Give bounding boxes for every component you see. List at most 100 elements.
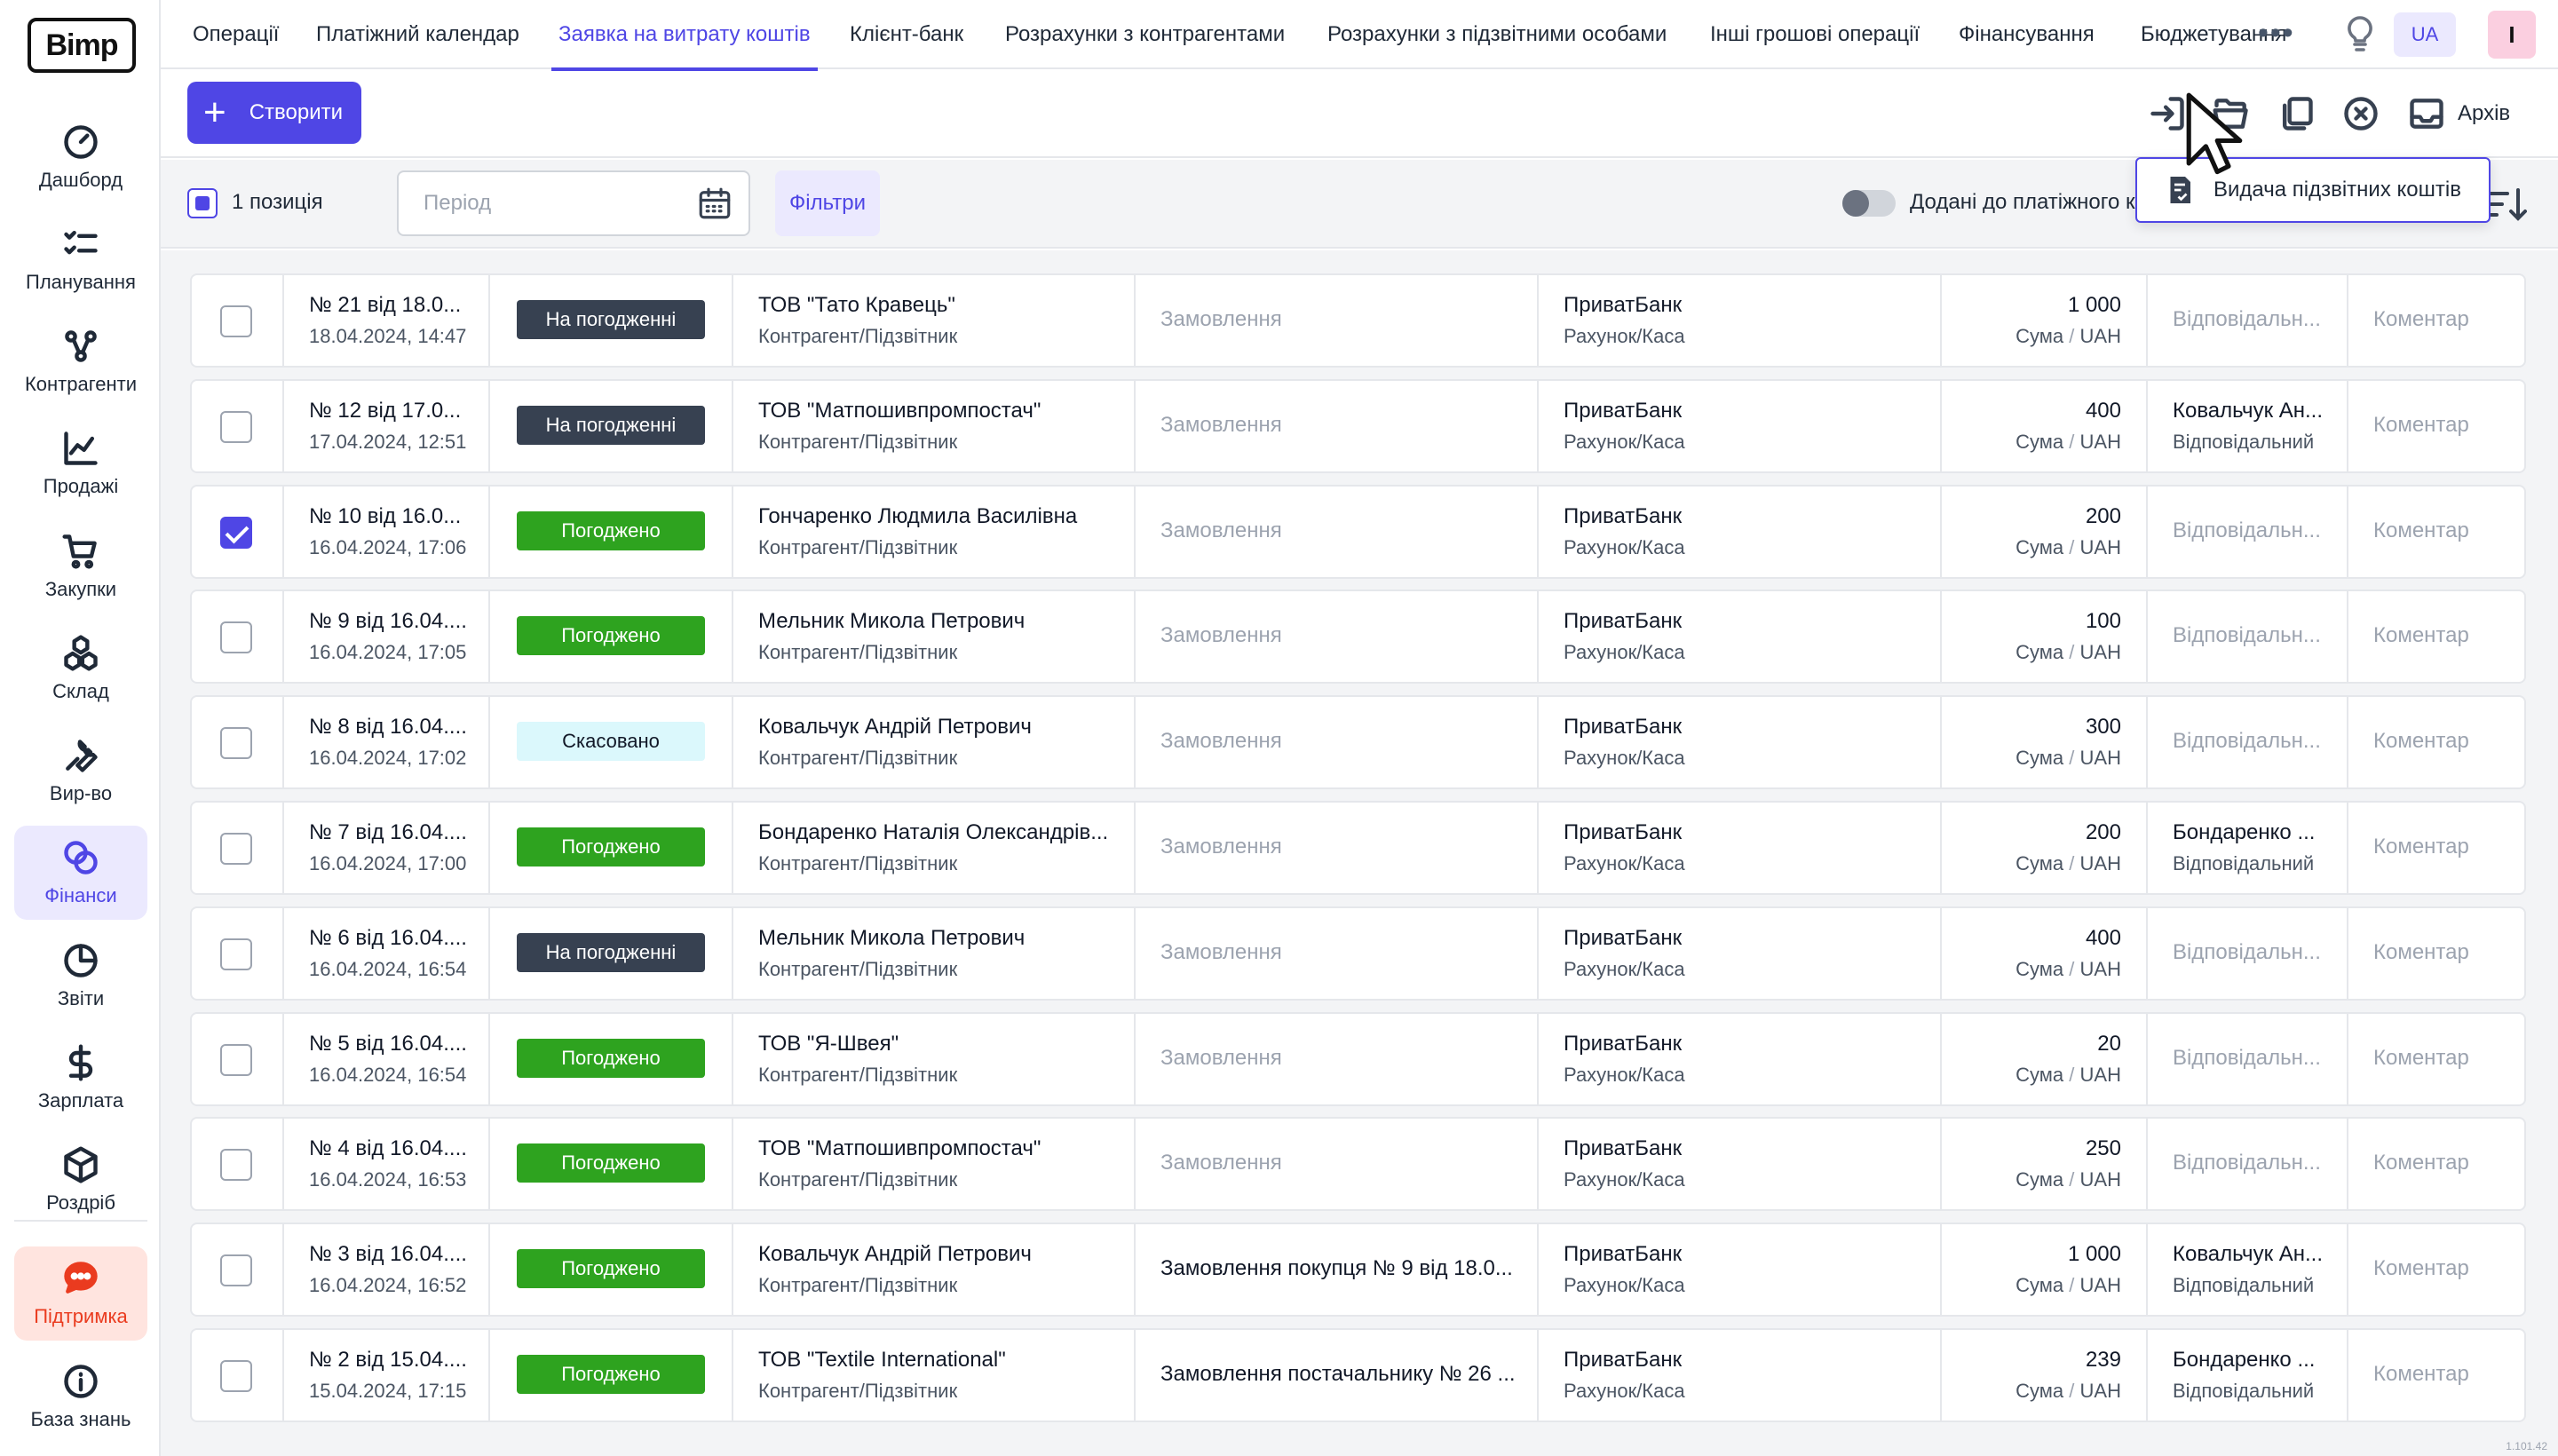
tab-client-bank[interactable]: Клієнт-банк	[850, 0, 963, 69]
sort-icon[interactable]	[2484, 183, 2527, 226]
row-checkbox[interactable]	[220, 727, 252, 760]
document-number[interactable]: № 5 від 16.04....	[309, 1032, 476, 1056]
document-number[interactable]: № 10 від 16.0...	[309, 504, 476, 529]
tab-operations[interactable]: Операції	[193, 0, 279, 69]
responsible-placeholder[interactable]: Відповідальн...	[2173, 940, 2334, 965]
counterparty-name[interactable]: ТОВ "Я-Швея"	[758, 1032, 1116, 1056]
archive-icon[interactable]	[2407, 94, 2446, 133]
bank-name[interactable]: ПриватБанк	[1564, 715, 1922, 740]
amount-value[interactable]: 239	[1954, 1348, 2121, 1373]
tab-payment-calendar[interactable]: Платіжний календар	[316, 0, 519, 69]
order-link[interactable]: Замовлення	[1160, 1046, 1519, 1071]
cancel-circle-icon[interactable]	[2341, 94, 2380, 133]
table-row[interactable]: № 8 від 16.04.... 16.04.2024, 17:02 Скасов…	[190, 695, 2526, 790]
comment-placeholder[interactable]: Коментар	[2373, 623, 2515, 648]
order-link[interactable]: Замовлення постачальнику № 26 ...	[1160, 1362, 1519, 1387]
table-row[interactable]: № 7 від 16.04.... 16.04.2024, 17:00 Погодж…	[190, 801, 2526, 895]
comment-placeholder[interactable]: Коментар	[2373, 1151, 2515, 1175]
amount-value[interactable]: 1 000	[1954, 1242, 2121, 1267]
document-number[interactable]: № 9 від 16.04....	[309, 609, 476, 634]
user-avatar[interactable]: I	[2488, 11, 2536, 59]
bank-name[interactable]: ПриватБанк	[1564, 1242, 1922, 1267]
select-all-checkbox[interactable]	[187, 188, 218, 218]
tab-other-cash-operations[interactable]: Інші грошові операції	[1710, 0, 1920, 69]
responsible-placeholder[interactable]: Відповідальн...	[2173, 1046, 2334, 1071]
document-number[interactable]: № 8 від 16.04....	[309, 715, 476, 740]
sidebar-item-support[interactable]: Підтримка	[14, 1246, 147, 1341]
bank-name[interactable]: ПриватБанк	[1564, 609, 1922, 634]
comment-placeholder[interactable]: Коментар	[2373, 1362, 2515, 1387]
bank-name[interactable]: ПриватБанк	[1564, 399, 1922, 423]
bank-name[interactable]: ПриватБанк	[1564, 1348, 1922, 1373]
filters-button[interactable]: Фільтри	[775, 170, 880, 236]
counterparty-name[interactable]: Мельник Микола Петрович	[758, 926, 1116, 951]
order-link[interactable]: Замовлення покупця № 9 від 18.0...	[1160, 1256, 1519, 1281]
order-link[interactable]: Замовлення	[1160, 307, 1519, 332]
table-row[interactable]: № 5 від 16.04.... 16.04.2024, 16:54 Погодж…	[190, 1011, 2526, 1106]
row-checkbox[interactable]	[220, 410, 252, 443]
sidebar-item-planning[interactable]: Планування	[14, 212, 147, 306]
row-checkbox[interactable]	[220, 516, 252, 549]
amount-value[interactable]: 1 000	[1954, 293, 2121, 318]
comment-placeholder[interactable]: Коментар	[2373, 518, 2515, 543]
counterparty-name[interactable]: Ковальчук Андрій Петрович	[758, 715, 1116, 740]
document-number[interactable]: № 12 від 17.0...	[309, 399, 476, 423]
comment-placeholder[interactable]: Коментар	[2373, 413, 2515, 438]
order-link[interactable]: Замовлення	[1160, 413, 1519, 438]
table-row[interactable]: № 4 від 16.04.... 16.04.2024, 16:53 Погодж…	[190, 1117, 2526, 1212]
counterparty-name[interactable]: ТОВ "Textile International"	[758, 1348, 1116, 1373]
order-link[interactable]: Замовлення	[1160, 835, 1519, 859]
sidebar-item-knowledge-base[interactable]: База знань	[14, 1349, 147, 1444]
counterparty-name[interactable]: Ковальчук Андрій Петрович	[758, 1242, 1116, 1267]
amount-value[interactable]: 20	[1954, 1032, 2121, 1056]
responsible-placeholder[interactable]: Відповідальн...	[2173, 307, 2334, 332]
responsible-name[interactable]: Бондаренко ...	[2173, 820, 2334, 845]
responsible-name[interactable]: Бондаренко ...	[2173, 1348, 2334, 1373]
sidebar-item-dashboard[interactable]: Дашборд	[14, 110, 147, 204]
sidebar-item-salary[interactable]: Зарплата	[14, 1031, 147, 1125]
bank-name[interactable]: ПриватБанк	[1564, 293, 1922, 318]
sidebar-item-finance[interactable]: Фінанси	[14, 826, 147, 920]
order-link[interactable]: Замовлення	[1160, 623, 1519, 648]
responsible-name[interactable]: Ковальчук Ан...	[2173, 1242, 2334, 1267]
table-row[interactable]: № 21 від 18.0... 18.04.2024, 14:47 На пого…	[190, 273, 2526, 368]
responsible-placeholder[interactable]: Відповідальн...	[2173, 729, 2334, 754]
tab-counterparty-settlements[interactable]: Розрахунки з контрагентами	[1005, 0, 1285, 69]
row-checkbox[interactable]	[220, 833, 252, 865]
counterparty-name[interactable]: Гончаренко Людмила Василівна	[758, 504, 1116, 529]
import-icon[interactable]	[2148, 94, 2187, 133]
tab-accountable-settlements[interactable]: Розрахунки з підзвітними особами	[1327, 0, 1667, 69]
bank-name[interactable]: ПриватБанк	[1564, 820, 1922, 845]
table-row[interactable]: № 6 від 16.04.... 16.04.2024, 16:54 На пог…	[190, 906, 2526, 1001]
responsible-placeholder[interactable]: Відповідальн...	[2173, 623, 2334, 648]
comment-placeholder[interactable]: Коментар	[2373, 307, 2515, 332]
comment-placeholder[interactable]: Коментар	[2373, 940, 2515, 965]
table-row[interactable]: № 9 від 16.04.... 16.04.2024, 17:05 Погодж…	[190, 590, 2526, 684]
copy-icon[interactable]	[2277, 94, 2316, 133]
row-checkbox[interactable]	[220, 1360, 252, 1392]
tab-expense-request[interactable]: Заявка на витрату коштів	[551, 0, 818, 71]
tab-financing[interactable]: Фінансування	[1959, 0, 2095, 69]
document-number[interactable]: № 7 від 16.04....	[309, 820, 476, 845]
sidebar-item-contractors[interactable]: Контрагенти	[14, 314, 147, 408]
table-row[interactable]: № 3 від 16.04.... 16.04.2024, 16:52 Погодж…	[190, 1223, 2526, 1318]
amount-value[interactable]: 300	[1954, 715, 2121, 740]
row-checkbox[interactable]	[220, 1254, 252, 1287]
amount-value[interactable]: 100	[1954, 609, 2121, 634]
sidebar-item-sales[interactable]: Продажі	[14, 416, 147, 510]
amount-value[interactable]: 400	[1954, 926, 2121, 951]
counterparty-name[interactable]: ТОВ "Тато Кравець"	[758, 293, 1116, 318]
counterparty-name[interactable]: ТОВ "Матпошивпромпостач"	[758, 399, 1116, 423]
row-checkbox[interactable]	[220, 621, 252, 654]
comment-placeholder[interactable]: Коментар	[2373, 729, 2515, 754]
calendar-icon[interactable]	[696, 185, 733, 222]
order-link[interactable]: Замовлення	[1160, 518, 1519, 543]
counterparty-name[interactable]: Мельник Микола Петрович	[758, 609, 1116, 634]
table-row[interactable]: № 10 від 16.0... 16.04.2024, 17:06 Погодже…	[190, 484, 2526, 579]
table-row[interactable]: № 2 від 15.04.... 15.04.2024, 17:15 Погодж…	[190, 1328, 2526, 1422]
archive-button-label[interactable]: Архів	[2458, 101, 2510, 126]
document-number[interactable]: № 6 від 16.04....	[309, 926, 476, 951]
comment-placeholder[interactable]: Коментар	[2373, 835, 2515, 859]
row-checkbox[interactable]	[220, 938, 252, 970]
bank-name[interactable]: ПриватБанк	[1564, 1136, 1922, 1161]
